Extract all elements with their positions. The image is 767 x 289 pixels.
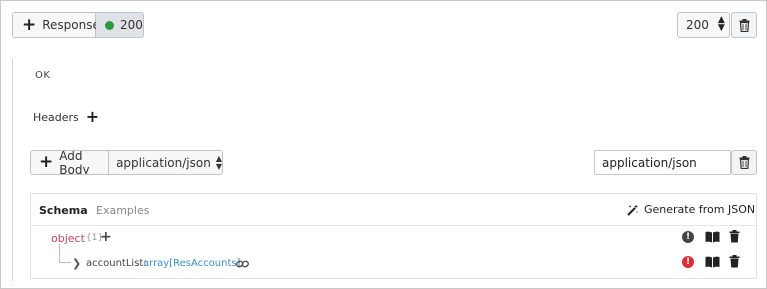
status-code-select[interactable]: 200 ▲ ▼ (677, 12, 730, 38)
add-response-label: Response (42, 18, 100, 32)
trash-icon[interactable] (729, 230, 740, 243)
response-editor: + Response 200 200 ▲ ▼ OK Headers + + Add… (0, 0, 767, 289)
content-type-input[interactable] (594, 150, 731, 175)
response-button-group: + Response 200 (12, 12, 144, 38)
trash-icon (739, 156, 749, 169)
add-response-button[interactable]: + Response (13, 13, 100, 37)
property-type-link[interactable]: array[ResAccounts] (143, 258, 240, 269)
headers-label: Headers (33, 110, 79, 124)
tab-schema[interactable]: Schema (39, 204, 88, 217)
delete-body-button[interactable] (731, 150, 757, 175)
link-icon[interactable] (236, 258, 249, 272)
property-name[interactable]: accountList: (86, 258, 147, 269)
schema-tabs: Schema Examples Generate from JSON (31, 194, 756, 226)
sort-updown-icon: ▲ ▼ (215, 154, 222, 171)
section-divider (12, 59, 13, 281)
schema-row-property: ❯ accountList: array[ResAccounts] ! (31, 255, 756, 275)
trash-icon (739, 18, 749, 32)
magic-wand-icon (627, 204, 638, 216)
trash-icon[interactable] (729, 255, 740, 268)
body-button-group: + Add Body application/json ▲ ▼ (30, 150, 223, 175)
add-body-button[interactable]: + Add Body (31, 150, 110, 175)
exclamation-circle-icon[interactable]: ! (682, 230, 694, 243)
response-code-label: 200 (120, 18, 143, 32)
add-header-plus-icon[interactable]: + (86, 109, 99, 125)
headers-section: Headers + (33, 109, 99, 125)
content-type-select[interactable]: application/json ▲ ▼ (109, 151, 222, 174)
chevron-right-icon[interactable]: ❯ (72, 257, 81, 270)
content-type-select-value: application/json (116, 155, 211, 170)
status-code-select-value: 200 (686, 18, 709, 32)
exclamation-circle-icon[interactable]: ! (682, 255, 694, 268)
book-icon[interactable] (705, 231, 720, 243)
delete-response-button[interactable] (731, 12, 757, 38)
response-description[interactable]: OK (35, 70, 50, 81)
book-icon[interactable] (705, 256, 720, 268)
generate-from-json-label: Generate from JSON (644, 203, 756, 216)
root-type-label[interactable]: object (51, 232, 85, 245)
generate-from-json-button[interactable]: Generate from JSON (627, 203, 755, 216)
status-dot-icon (105, 20, 114, 30)
property-row-actions: ! (682, 255, 740, 268)
schema-panel: Schema Examples Generate from JSON objec… (30, 193, 757, 279)
add-body-label: Add Body (59, 150, 90, 175)
root-row-actions: ! (682, 230, 740, 243)
sort-updown-icon: ▲ ▼ (717, 15, 725, 33)
add-property-plus-icon[interactable]: + (100, 229, 112, 245)
plus-icon: + (39, 152, 54, 172)
schema-row-root: object {1} + ! (31, 229, 756, 250)
response-code-tab[interactable]: 200 (96, 13, 143, 37)
plus-icon: + (22, 14, 37, 35)
tab-examples[interactable]: Examples (96, 204, 149, 217)
